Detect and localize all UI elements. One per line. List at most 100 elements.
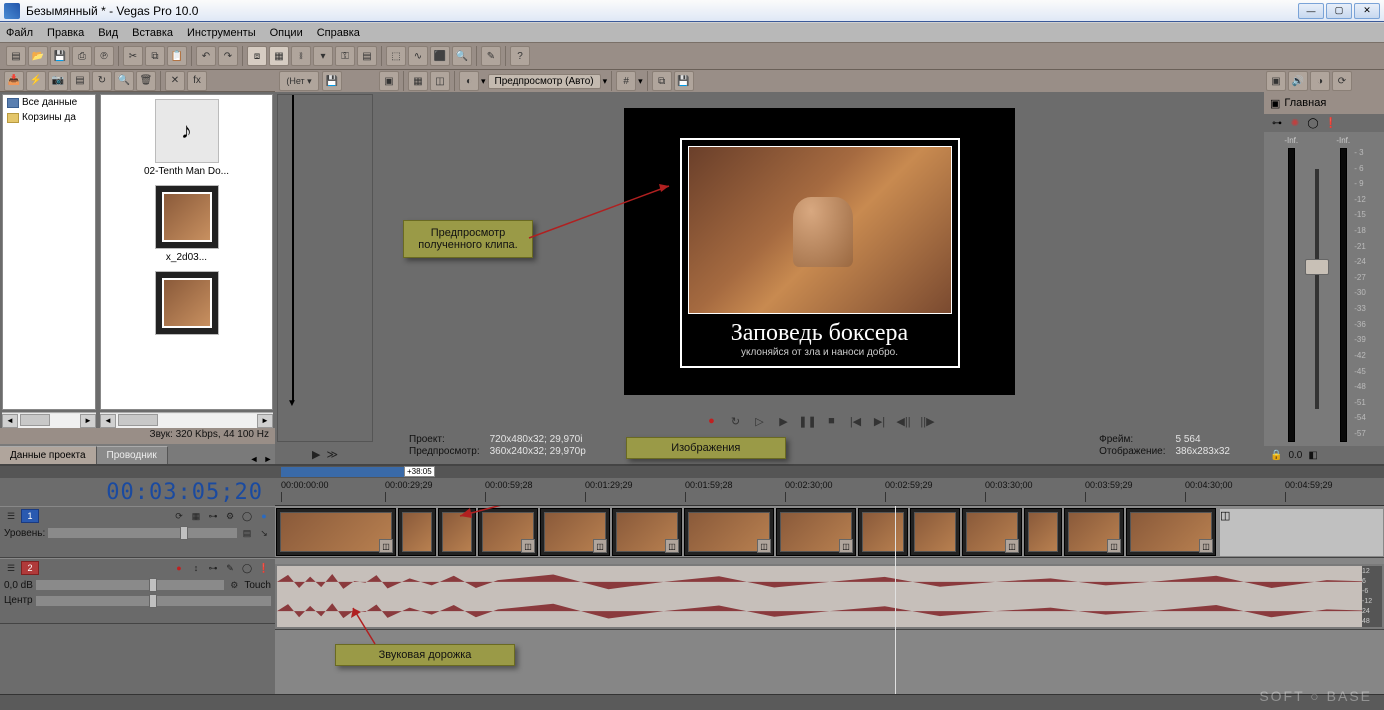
tab-next-icon[interactable]: ► bbox=[261, 454, 275, 464]
render-button[interactable]: ⎙ bbox=[72, 46, 92, 66]
level-icon[interactable]: ◧ bbox=[1308, 450, 1317, 461]
menu-options[interactable]: Опции bbox=[270, 27, 303, 39]
scroll-left-icon[interactable]: ◄ bbox=[100, 414, 116, 428]
track-menu-icon[interactable]: ☰ bbox=[4, 509, 18, 523]
fader-thumb[interactable] bbox=[1305, 259, 1329, 275]
tree-hscroll[interactable]: ◄ ► bbox=[2, 412, 96, 428]
script-button[interactable]: ✎ bbox=[481, 46, 501, 66]
video-clip[interactable]: ◫ bbox=[776, 508, 856, 556]
bus-solo-icon[interactable]: ❗ bbox=[1324, 116, 1338, 130]
redo-button[interactable]: ↷ bbox=[218, 46, 238, 66]
media-item[interactable]: ♪ 02-Tenth Man Do... bbox=[101, 95, 272, 181]
event-pan-icon[interactable]: ◫ bbox=[379, 539, 393, 553]
audio-track[interactable]: 12 6 -6 -12 24 48 bbox=[275, 564, 1384, 630]
crossfade-button[interactable]: ⧚ bbox=[291, 46, 311, 66]
scroll-right-icon[interactable]: ► bbox=[80, 414, 96, 428]
event-pan-icon[interactable]: ◫ bbox=[839, 539, 853, 553]
bus-mute-icon[interactable]: ◯ bbox=[1306, 116, 1320, 130]
event-pan-icon[interactable]: ◫ bbox=[593, 539, 607, 553]
pause-icon[interactable]: ❚❚ bbox=[799, 413, 817, 429]
track-content[interactable]: ◫ ◫ ◫ ◫ ◫ ◫ ◫ ◫ ◫ ◫ bbox=[275, 506, 1384, 694]
import-icon[interactable]: 📥 bbox=[4, 71, 24, 91]
audio-waveform[interactable] bbox=[277, 566, 1382, 627]
automation-icon[interactable]: ✎ bbox=[223, 561, 237, 575]
video-clip[interactable] bbox=[858, 508, 908, 556]
views-icon[interactable]: ▤ bbox=[70, 71, 90, 91]
help-button[interactable]: ? bbox=[510, 46, 530, 66]
menu-tools[interactable]: Инструменты bbox=[187, 27, 256, 39]
loop-icon[interactable]: ↻ bbox=[727, 413, 745, 429]
copy-button[interactable]: ⧉ bbox=[145, 46, 165, 66]
tree-item-alldata[interactable]: Все данные bbox=[3, 95, 95, 110]
video-track-header[interactable]: ☰ 1 ⟳ ▦ ⊶ ⚙ ◯ ● Уровень: ▤ ↘ bbox=[0, 506, 275, 558]
maximize-button[interactable]: ▢ bbox=[1326, 3, 1352, 19]
play-start-icon[interactable]: ▷ bbox=[751, 413, 769, 429]
mixer-fx-icon[interactable]: ⟳ bbox=[1332, 71, 1352, 91]
menu-help[interactable]: Справка bbox=[317, 27, 360, 39]
snap-button[interactable]: ⧈ bbox=[247, 46, 267, 66]
event-pan-icon[interactable]: ◫ bbox=[757, 539, 771, 553]
close-button[interactable]: ✕ bbox=[1354, 3, 1380, 19]
refresh-icon[interactable]: ↻ bbox=[92, 71, 112, 91]
touch-label[interactable]: Touch bbox=[244, 580, 271, 591]
solo-icon[interactable]: ❗ bbox=[257, 561, 271, 575]
speaker-icon[interactable]: 🔊 bbox=[1288, 71, 1308, 91]
timeline-ruler[interactable]: 00:00:00:00 00:00:29;29 00:00:59;28 00:0… bbox=[275, 478, 1384, 506]
menu-insert[interactable]: Вставка bbox=[132, 27, 173, 39]
next-frame-icon[interactable]: ||▶ bbox=[919, 413, 937, 429]
tab-explorer[interactable]: Проводник bbox=[97, 446, 168, 464]
bin-icon[interactable]: 🗑 bbox=[136, 71, 156, 91]
play-icon[interactable]: ▶ bbox=[775, 413, 793, 429]
zoom-handle[interactable] bbox=[281, 467, 421, 477]
save-button[interactable]: 💾 bbox=[50, 46, 70, 66]
event-pan-icon[interactable]: ◫ bbox=[521, 539, 535, 553]
fastforward-icon[interactable]: ≫ bbox=[326, 448, 338, 461]
video-clip[interactable]: ◫ bbox=[1064, 508, 1124, 556]
bus-insert-icon[interactable]: ⊶ bbox=[1270, 116, 1284, 130]
video-clip[interactable]: ◫ bbox=[1126, 508, 1216, 556]
media-tree[interactable]: Все данные Корзины да bbox=[2, 94, 96, 410]
autoripple-button[interactable]: ▦ bbox=[269, 46, 289, 66]
split-icon[interactable]: ◫ bbox=[430, 71, 450, 91]
menu-view[interactable]: Вид bbox=[98, 27, 118, 39]
event-pan-icon[interactable]: ◫ bbox=[665, 539, 679, 553]
event-pan-icon[interactable]: ◫ bbox=[1107, 539, 1121, 553]
timeline-zoom-bar[interactable]: +38:05 bbox=[0, 466, 1384, 478]
input-select[interactable]: (Нет ▾ bbox=[279, 71, 319, 91]
preview-video[interactable]: Заповедь боксера уклоняйся от зла и нано… bbox=[624, 108, 1015, 395]
tool-normal[interactable]: ⬚ bbox=[386, 46, 406, 66]
video-clip[interactable] bbox=[910, 508, 960, 556]
lock-button[interactable]: ⚿ bbox=[335, 46, 355, 66]
pan-slider[interactable] bbox=[36, 596, 271, 606]
automation-icon[interactable]: ⊶ bbox=[206, 509, 220, 523]
solo-icon[interactable]: ● bbox=[257, 509, 271, 523]
copy-snapshot-icon[interactable]: ⧉ bbox=[652, 71, 672, 91]
stop-icon[interactable]: ■ bbox=[823, 413, 841, 429]
composite-icon[interactable]: ▤ bbox=[240, 526, 254, 540]
undo-button[interactable]: ↶ bbox=[196, 46, 216, 66]
properties-button[interactable]: ℗ bbox=[94, 46, 114, 66]
gear-icon[interactable]: ⚙ bbox=[227, 578, 241, 592]
list-hscroll[interactable]: ◄ ► bbox=[100, 412, 273, 428]
level-slider[interactable] bbox=[48, 528, 237, 538]
media-item[interactable] bbox=[101, 267, 272, 342]
quality-icon[interactable]: ◐ bbox=[459, 71, 479, 91]
scroll-thumb[interactable] bbox=[20, 414, 50, 426]
video-track[interactable]: ◫ ◫ ◫ ◫ ◫ ◫ ◫ ◫ ◫ ◫ bbox=[275, 506, 1384, 558]
video-clip[interactable] bbox=[398, 508, 436, 556]
tool-envelope[interactable]: ∿ bbox=[408, 46, 428, 66]
timecode-display[interactable]: 00:03:05;20 bbox=[0, 478, 275, 506]
prev-frame-icon[interactable]: ◀|| bbox=[895, 413, 913, 429]
open-button[interactable]: 📂 bbox=[28, 46, 48, 66]
timeline-hscroll[interactable] bbox=[0, 694, 1384, 710]
media-list[interactable]: ♪ 02-Tenth Man Do... x_2d03... bbox=[100, 94, 273, 410]
quantize-button[interactable]: ▾ bbox=[313, 46, 333, 66]
lock-icon[interactable]: 🔒 bbox=[1270, 450, 1282, 461]
remove-icon[interactable]: ✕ bbox=[165, 71, 185, 91]
overlays-icon[interactable]: # bbox=[616, 71, 636, 91]
flash-icon[interactable]: ⚡ bbox=[26, 71, 46, 91]
tree-item-bins[interactable]: Корзины да bbox=[3, 110, 95, 125]
dropdown-icon[interactable]: ▾ bbox=[638, 76, 643, 87]
save-snapshot-icon[interactable]: 💾 bbox=[674, 71, 694, 91]
track-fx-icon[interactable]: ▦ bbox=[189, 509, 203, 523]
